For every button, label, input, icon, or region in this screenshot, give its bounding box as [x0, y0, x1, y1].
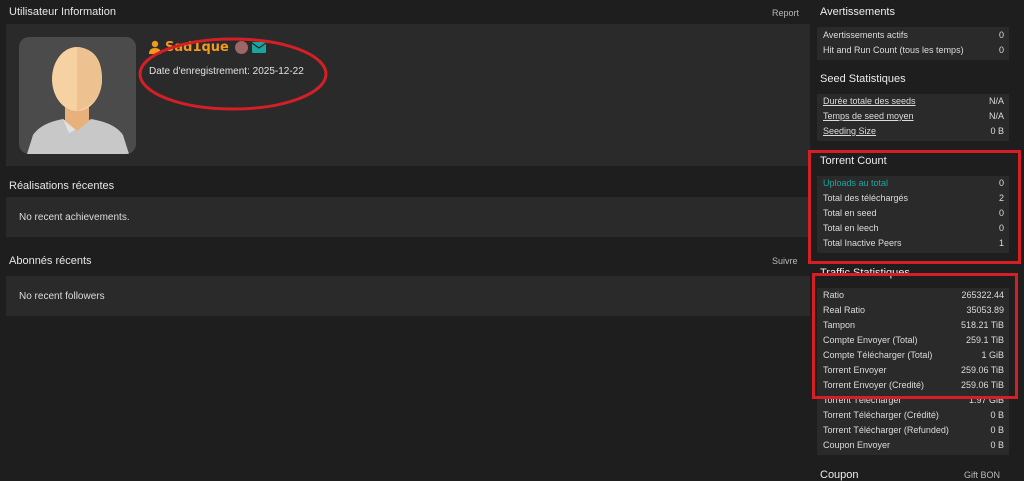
warning-row: Avertissements actifs 0 [817, 28, 1009, 43]
annotation-ellipse [138, 37, 328, 111]
gift-bon-link[interactable]: Gift BON [964, 470, 1000, 480]
row-label: Hit and Run Count (tous les temps) [823, 45, 964, 55]
row-value: N/A [988, 111, 1004, 121]
traffic-row: Coupon Envoyer 0 B [817, 438, 1009, 453]
seed-row: Temps de seed moyen N/A [817, 109, 1009, 124]
achievements-title: Réalisations récentes [9, 180, 115, 192]
annotation-box-traffic [812, 273, 1018, 399]
followers-title: Abonnés récents [9, 255, 92, 267]
achievements-empty-text: No recent achievements. [19, 212, 130, 223]
followers-panel: No recent followers [6, 276, 810, 316]
row-label: Torrent Télécharger (Crédité) [823, 410, 939, 420]
row-value: 0 [998, 45, 1004, 55]
user-info-panel: Sad1que Date d'enregistrement: 2025-12-2… [6, 24, 810, 166]
seed-row: Seeding Size 0 B [817, 124, 1009, 139]
seed-avg-time-link[interactable]: Temps de seed moyen [823, 109, 914, 124]
coupon-title: Coupon [820, 469, 859, 481]
seed-row: Durée totale des seeds N/A [817, 94, 1009, 109]
avatar [19, 37, 136, 154]
row-label: Coupon Envoyer [823, 440, 891, 450]
row-value: 0 B [990, 440, 1004, 450]
traffic-row: Torrent Télécharger (Refunded) 0 B [817, 423, 1009, 438]
avatar-placeholder [27, 47, 129, 154]
warning-row: Hit and Run Count (tous les temps) 0 [817, 43, 1009, 58]
row-value: 0 [998, 30, 1004, 40]
row-label: Torrent Télécharger (Refunded) [823, 425, 949, 435]
annotation-box-torrent-count [808, 150, 1021, 264]
row-value: N/A [988, 96, 1004, 106]
seed-total-duration-link[interactable]: Durée totale des seeds [823, 94, 916, 109]
seed-stats-title: Seed Statistiques [820, 73, 906, 85]
row-value: 0 B [990, 410, 1004, 420]
followers-empty-text: No recent followers [19, 291, 105, 302]
warnings-title: Avertissements [820, 6, 895, 18]
report-link[interactable]: Report [772, 8, 799, 18]
row-value: 0 B [990, 425, 1004, 435]
user-info-title: Utilisateur Information [9, 6, 116, 18]
row-label: Avertissements actifs [823, 30, 908, 40]
traffic-row: Torrent Télécharger (Crédité) 0 B [817, 408, 1009, 423]
seed-stats-panel: Durée totale des seeds N/A Temps de seed … [817, 94, 1009, 141]
row-value: 0 B [990, 126, 1004, 136]
follow-link[interactable]: Suivre [772, 256, 798, 266]
achievements-panel: No recent achievements. [6, 197, 810, 237]
warnings-panel: Avertissements actifs 0 Hit and Run Count… [817, 27, 1009, 60]
seeding-size-link[interactable]: Seeding Size [823, 124, 876, 139]
